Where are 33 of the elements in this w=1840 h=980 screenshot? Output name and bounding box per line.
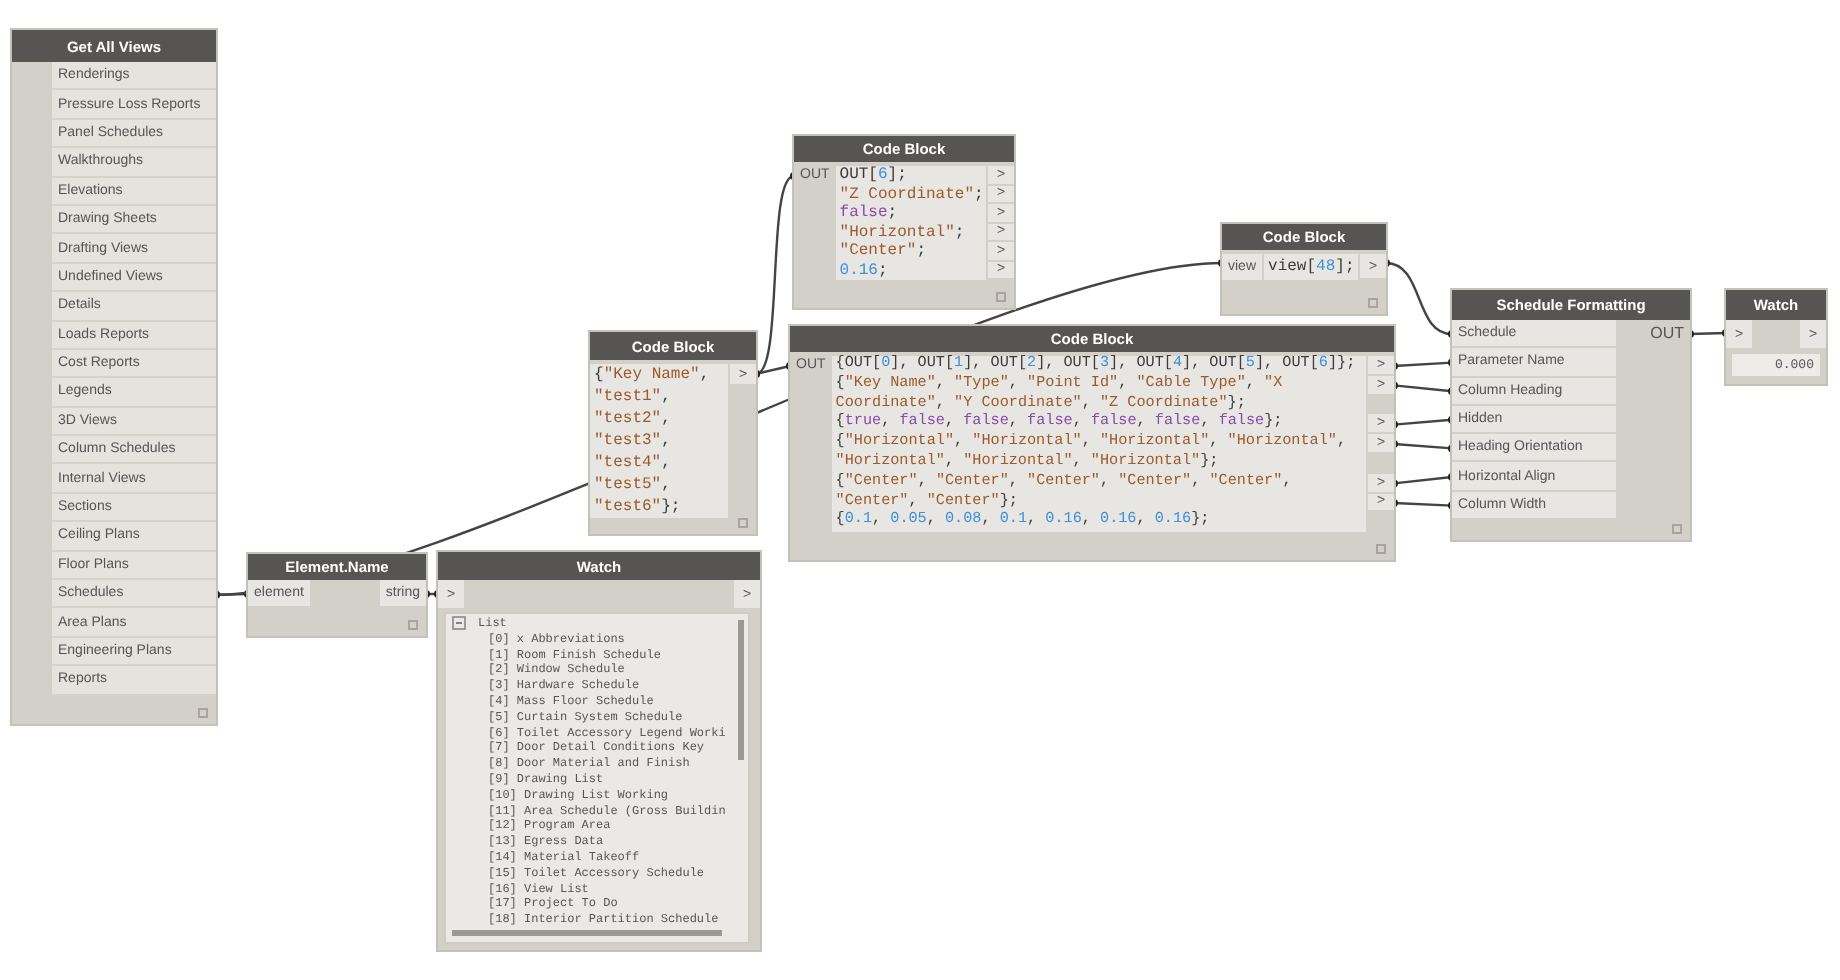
code-line: "test2", [594, 408, 673, 430]
wire [1390, 440, 1456, 453]
preview-toggle-icon[interactable] [408, 620, 418, 630]
code-line: "test1", [594, 386, 673, 408]
code-line: "test3", [594, 430, 673, 452]
preview-toggle-icon[interactable] [1672, 524, 1682, 535]
wire [1390, 473, 1456, 488]
preview-toggle-icon[interactable] [1376, 544, 1386, 555]
code-line: {"Key Name", [594, 364, 712, 386]
code-line: view[48]; [1268, 256, 1357, 280]
collapse-icon[interactable] [452, 616, 466, 631]
wire [1686, 329, 1730, 338]
wire [1390, 415, 1456, 429]
wire [1390, 381, 1456, 396]
scrollbar[interactable] [452, 930, 722, 936]
preview-toggle-icon[interactable] [738, 518, 748, 528]
wire [1390, 358, 1456, 370]
wire [1390, 499, 1456, 510]
code-line: "Center"; [839, 242, 928, 261]
code-line: "Horizontal"; [839, 223, 967, 242]
preview-toggle-icon[interactable] [198, 707, 208, 718]
scrollbar[interactable] [738, 620, 744, 760]
preview-toggle-icon[interactable] [1368, 298, 1378, 308]
code-line: false; [839, 204, 900, 223]
code-line: "test6"}; [594, 496, 683, 518]
output-port[interactable]: OUT [1644, 320, 1690, 349]
code-line: "test4", [594, 452, 673, 474]
code-line: "Z Coordinate"; [839, 185, 986, 204]
wire [1382, 259, 1456, 338]
preview-toggle-icon[interactable] [996, 292, 1006, 302]
code-line: "test5", [594, 474, 673, 496]
code-line: OUT[6]; [839, 166, 909, 185]
code-line: 0.16; [839, 261, 890, 280]
